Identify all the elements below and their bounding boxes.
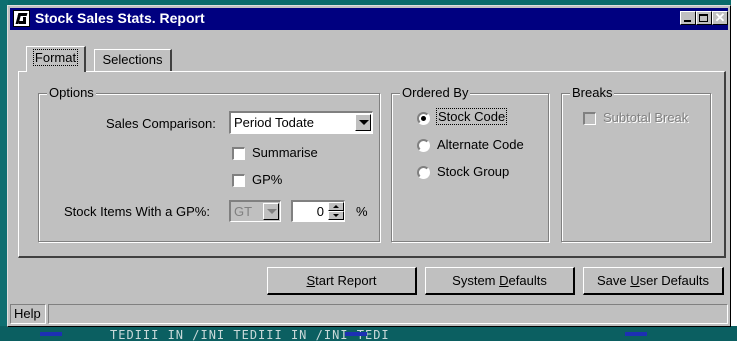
status-message-pane	[48, 304, 728, 324]
background-block	[625, 332, 647, 336]
start-report-button[interactable]: Start Report	[267, 267, 417, 295]
save-user-defaults-pre: Save	[596, 273, 631, 288]
radio-stock-group-label[interactable]: Stock Group	[437, 164, 509, 179]
options-group-label: Options	[47, 85, 96, 100]
desktop-background-bottom: TEDIII IN /INI TEDIII IN /INI TEDI	[0, 326, 737, 341]
sales-comparison-value: Period Todate	[234, 115, 314, 130]
close-icon: ✕	[714, 10, 726, 25]
gp-value-stepper[interactable]: 0	[291, 200, 345, 222]
radio-alternate-code[interactable]	[417, 139, 430, 152]
start-report-accel: S	[306, 273, 316, 288]
sales-comparison-select[interactable]: Period Todate	[229, 111, 373, 134]
radio-stock-code[interactable]	[417, 112, 430, 125]
save-user-defaults-post: ser Defaults	[639, 273, 709, 288]
subtotal-break-label: Subtotal Break	[603, 110, 689, 125]
window-title: Stock Sales Stats. Report	[35, 10, 205, 26]
system-defaults-accel: D	[499, 273, 509, 288]
system-defaults-button[interactable]: System Defaults	[425, 267, 575, 295]
background-block	[345, 332, 367, 336]
tab-selections-label: Selections	[102, 52, 163, 67]
summarise-checkbox[interactable]	[232, 147, 245, 160]
stock-code-text: Stock Code	[436, 108, 508, 125]
minimize-button[interactable]	[680, 11, 696, 25]
radio-stock-group[interactable]	[417, 166, 430, 179]
title-bar[interactable]: Stock Sales Stats. Report ✕	[10, 8, 728, 30]
gp-label[interactable]: GP%	[252, 172, 282, 187]
desktop-background-right	[731, 0, 737, 341]
report-window: Stock Sales Stats. Report ✕ Format Selec…	[7, 5, 731, 327]
breaks-group-label: Breaks	[570, 85, 615, 100]
save-user-defaults-button[interactable]: Save User Defaults	[583, 267, 724, 295]
chevron-down-icon[interactable]	[355, 114, 371, 131]
maximize-button[interactable]	[696, 11, 712, 25]
save-user-defaults-accel: U	[630, 273, 640, 288]
status-help-pane: Help	[10, 304, 46, 324]
radio-alternate-code-label[interactable]: Alternate Code	[437, 137, 524, 152]
tab-format[interactable]: Format	[26, 46, 86, 72]
summarise-label[interactable]: Summarise	[252, 145, 318, 160]
gp-operator-select[interactable]: GT	[229, 200, 281, 222]
background-block	[40, 332, 62, 336]
gp-operator-value: GT	[234, 204, 253, 219]
status-bar: Help	[10, 304, 728, 324]
spin-down-icon[interactable]	[328, 211, 344, 220]
app-icon[interactable]	[13, 10, 30, 27]
sales-comparison-label: Sales Comparison:	[106, 116, 216, 131]
spin-up-icon[interactable]	[328, 202, 344, 211]
tab-selections[interactable]: Selections	[94, 49, 172, 71]
system-defaults-post: efaults	[508, 273, 547, 288]
ordered-by-group-label: Ordered By	[400, 85, 471, 100]
chevron-down-icon[interactable]	[263, 203, 279, 220]
start-report-post: tart Report	[315, 273, 377, 288]
gp-value: 0	[316, 204, 324, 219]
close-button[interactable]: ✕	[712, 11, 728, 25]
system-defaults-pre: System	[452, 273, 500, 288]
subtotal-break-checkbox[interactable]	[583, 112, 596, 125]
tab-format-label: Format	[32, 49, 79, 66]
gp-filter-label: Stock Items With a GP%:	[64, 204, 210, 219]
gp-unit-label: %	[356, 204, 368, 219]
gp-checkbox[interactable]	[232, 174, 245, 187]
radio-stock-code-label[interactable]: Stock Code	[436, 108, 508, 125]
